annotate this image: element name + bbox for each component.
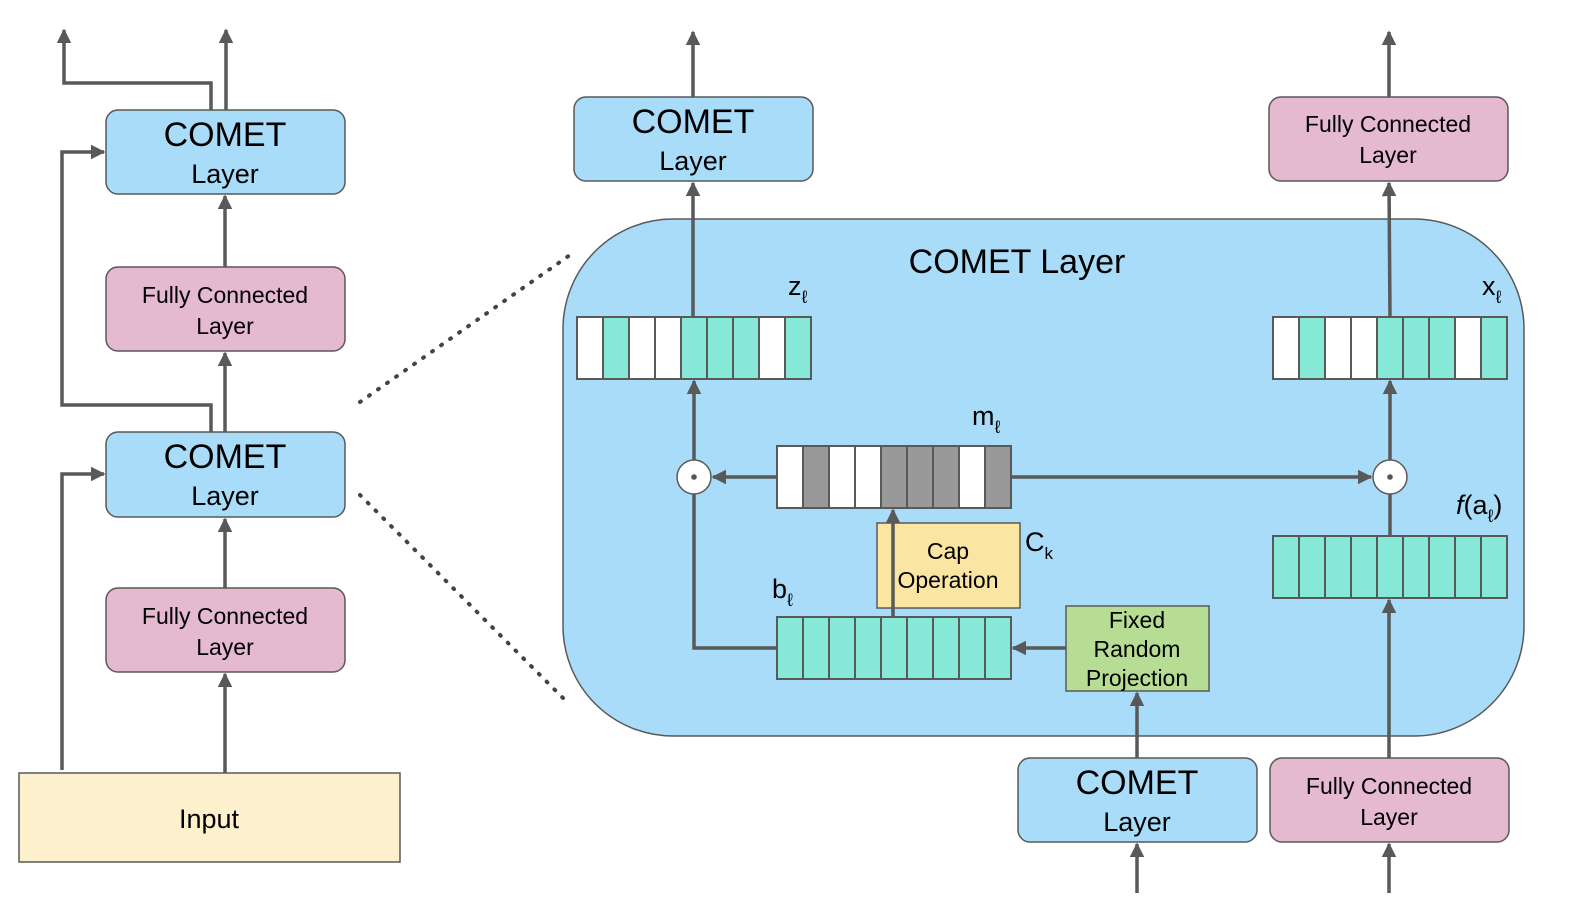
b-vector-cell-active bbox=[776, 616, 804, 680]
b-vector-cell-active bbox=[958, 616, 986, 680]
x-vector-cell-active bbox=[1376, 316, 1404, 380]
z-vector-cell-active bbox=[706, 316, 734, 380]
x-vector-cell-empty bbox=[1350, 316, 1378, 380]
comet-lower-label-2: Layer bbox=[191, 481, 259, 511]
x-vector bbox=[1272, 316, 1508, 380]
top-fc-label-1: Fully Connected bbox=[1305, 111, 1471, 137]
projection-label-3: Projection bbox=[1086, 665, 1188, 691]
z-vector-cell-empty bbox=[654, 316, 682, 380]
z-vector-cell-empty bbox=[576, 316, 604, 380]
b-vector-cell-active bbox=[932, 616, 960, 680]
x-vector-cell-empty bbox=[1272, 316, 1300, 380]
zoom-line-bottom bbox=[358, 493, 572, 707]
x-vector-cell-active bbox=[1298, 316, 1326, 380]
f-vector-cell-active bbox=[1454, 535, 1482, 599]
f-vector-cell-active bbox=[1350, 535, 1378, 599]
top-fc-box bbox=[1268, 96, 1509, 182]
b-vector-cell-active bbox=[854, 616, 882, 680]
fc-lower-label-1: Fully Connected bbox=[142, 603, 308, 629]
top-fc-label-2: Layer bbox=[1359, 142, 1417, 168]
m-vector-cell-masked bbox=[932, 445, 960, 509]
top-comet-label-1: COMET bbox=[632, 103, 755, 141]
b-vector bbox=[776, 616, 1012, 680]
m-vector-cell-empty bbox=[776, 445, 804, 509]
fc-lower-label-2: Layer bbox=[196, 634, 254, 660]
f-vector bbox=[1272, 535, 1508, 599]
input-label: Input bbox=[179, 804, 240, 834]
b-vector-cell-active bbox=[828, 616, 856, 680]
z-vector-cell-active bbox=[680, 316, 708, 380]
comet-lower-label-1: COMET bbox=[164, 438, 287, 476]
b-vector-cell-active bbox=[802, 616, 830, 680]
top-comet-label-2: Layer bbox=[659, 146, 727, 176]
f-vector-cell-active bbox=[1324, 535, 1352, 599]
m-vector-cell-empty bbox=[828, 445, 856, 509]
f-vector-cell-active bbox=[1428, 535, 1456, 599]
m-vector-cell-masked bbox=[802, 445, 830, 509]
x-vector-cell-active bbox=[1428, 316, 1456, 380]
z-vector-cell-empty bbox=[758, 316, 786, 380]
cap-label-2: Operation bbox=[897, 567, 998, 593]
m-vector-cell-masked bbox=[984, 445, 1012, 509]
comet-layer-detail: COMET Layer COMET Layer Fully Connected … bbox=[562, 30, 1525, 893]
elementwise-product-right bbox=[1372, 459, 1408, 495]
projection-label-1: Fixed bbox=[1109, 607, 1165, 633]
bottom-comet-label-1: COMET bbox=[1076, 764, 1199, 802]
z-vector bbox=[576, 316, 812, 380]
m-vector-cell-masked bbox=[906, 445, 934, 509]
bottom-fc-label-1: Fully Connected bbox=[1306, 773, 1472, 799]
m-vector-cell-empty bbox=[958, 445, 986, 509]
x-vector-cell-active bbox=[1402, 316, 1430, 380]
projection-label-2: Random bbox=[1094, 636, 1181, 662]
f-vector-cell-active bbox=[1272, 535, 1300, 599]
comet-top-label-2: Layer bbox=[191, 159, 259, 189]
cap-label-1: Cap bbox=[927, 538, 969, 564]
m-vector bbox=[776, 445, 1012, 509]
elementwise-product-left bbox=[676, 459, 712, 495]
x-vector-cell-empty bbox=[1324, 316, 1352, 380]
comet-architecture-diagram: Input Fully Connected Layer COMET Layer … bbox=[18, 28, 1525, 893]
left-stack: Input Fully Connected Layer COMET Layer … bbox=[18, 28, 401, 863]
x-vector-cell-empty bbox=[1454, 316, 1482, 380]
comet-top-label-1: COMET bbox=[164, 116, 287, 154]
b-vector-cell-active bbox=[906, 616, 934, 680]
m-vector-cell-masked bbox=[880, 445, 908, 509]
bottom-comet-label-2: Layer bbox=[1103, 807, 1171, 837]
z-vector-cell-active bbox=[784, 316, 812, 380]
zoom-line-top bbox=[358, 253, 572, 404]
f-vector-cell-active bbox=[1376, 535, 1404, 599]
b-vector-cell-active bbox=[984, 616, 1012, 680]
z-vector-cell-empty bbox=[628, 316, 656, 380]
m-vector-cell-empty bbox=[854, 445, 882, 509]
x-vector-cell-active bbox=[1480, 316, 1508, 380]
cap-operation-box bbox=[876, 522, 1021, 609]
bottom-fc-label-2: Layer bbox=[1360, 804, 1418, 830]
z-vector-cell-active bbox=[732, 316, 760, 380]
f-vector-cell-active bbox=[1402, 535, 1430, 599]
z-vector-cell-active bbox=[602, 316, 630, 380]
detail-title: COMET Layer bbox=[909, 243, 1126, 281]
f-vector-cell-active bbox=[1298, 535, 1326, 599]
b-vector-cell-active bbox=[880, 616, 908, 680]
fc-upper-label-2: Layer bbox=[196, 313, 254, 339]
f-vector-cell-active bbox=[1480, 535, 1508, 599]
fc-upper-label-1: Fully Connected bbox=[142, 282, 308, 308]
